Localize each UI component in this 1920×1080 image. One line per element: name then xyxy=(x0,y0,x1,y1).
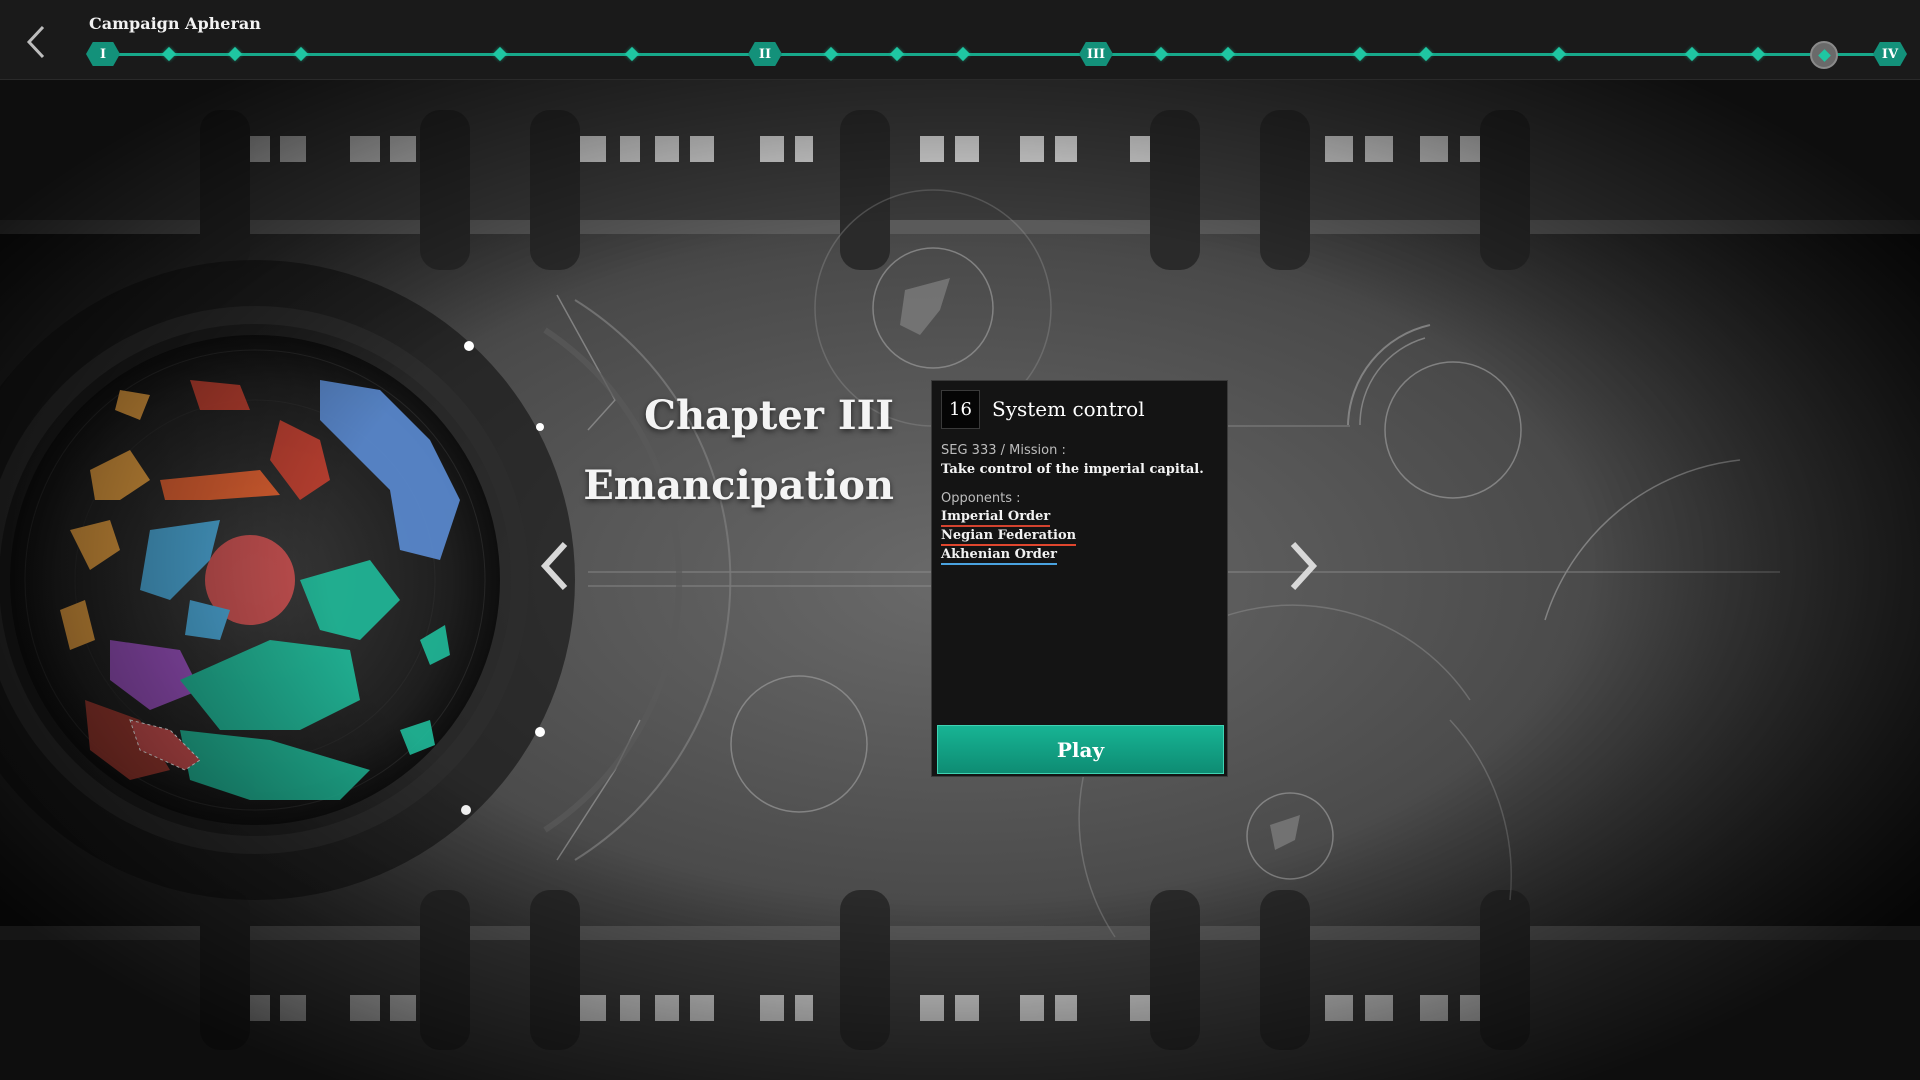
mission-node[interactable] xyxy=(1220,46,1236,62)
mission-node[interactable] xyxy=(889,46,905,62)
campaign-timeline: I II III IV xyxy=(86,40,1907,70)
mission-node[interactable] xyxy=(823,46,839,62)
back-button[interactable] xyxy=(18,20,54,64)
chevron-left-icon xyxy=(26,25,45,59)
top-bar: Campaign Apheran I II III IV xyxy=(0,0,1920,80)
campaign-title: Campaign Apheran xyxy=(89,14,261,33)
mission-node[interactable] xyxy=(293,46,309,62)
mission-number: 16 xyxy=(941,390,980,429)
mission-node[interactable] xyxy=(1684,46,1700,62)
mission-node[interactable] xyxy=(227,46,243,62)
chapter-label: Chapter III xyxy=(644,392,894,439)
mission-panel: 16 System control SEG 333 / Mission : Ta… xyxy=(931,380,1228,777)
mission-node[interactable] xyxy=(1352,46,1368,62)
opponent-link-akhenian-order[interactable]: Akhenian Order xyxy=(941,547,1057,565)
mission-node[interactable] xyxy=(1418,46,1434,62)
mission-title: System control xyxy=(992,397,1145,421)
chevron-left-icon xyxy=(540,541,568,591)
previous-mission-button[interactable] xyxy=(535,536,575,596)
chapter-node-3[interactable]: III xyxy=(1079,42,1113,66)
mission-node[interactable] xyxy=(955,46,971,62)
mission-node[interactable] xyxy=(1551,46,1567,62)
mission-node[interactable] xyxy=(1153,46,1169,62)
current-mission-marker[interactable] xyxy=(1810,41,1838,69)
chapter-name: Emancipation xyxy=(583,462,894,509)
opponents-label: Opponents : xyxy=(941,491,1021,506)
next-mission-button[interactable] xyxy=(1283,536,1323,596)
mission-seg-label: SEG 333 / Mission : xyxy=(941,443,1066,458)
opponent-link-imperial-order[interactable]: Imperial Order xyxy=(941,509,1051,527)
opponent-link-negian-federation[interactable]: Negian Federation xyxy=(941,528,1077,546)
mission-node[interactable] xyxy=(624,46,640,62)
chapter-node-2[interactable]: II xyxy=(748,42,782,66)
chapter-node-4[interactable]: IV xyxy=(1873,42,1907,66)
chapter-node-1[interactable]: I xyxy=(86,42,120,66)
mission-node[interactable] xyxy=(492,46,508,62)
mission-node[interactable] xyxy=(1750,46,1766,62)
mission-description: Take control of the imperial capital. xyxy=(941,462,1204,477)
chevron-right-icon xyxy=(1290,541,1318,591)
current-mission-diamond-icon xyxy=(1817,48,1831,62)
timeline-rail xyxy=(88,53,1906,56)
play-button[interactable]: Play xyxy=(937,725,1224,774)
mission-node[interactable] xyxy=(161,46,177,62)
